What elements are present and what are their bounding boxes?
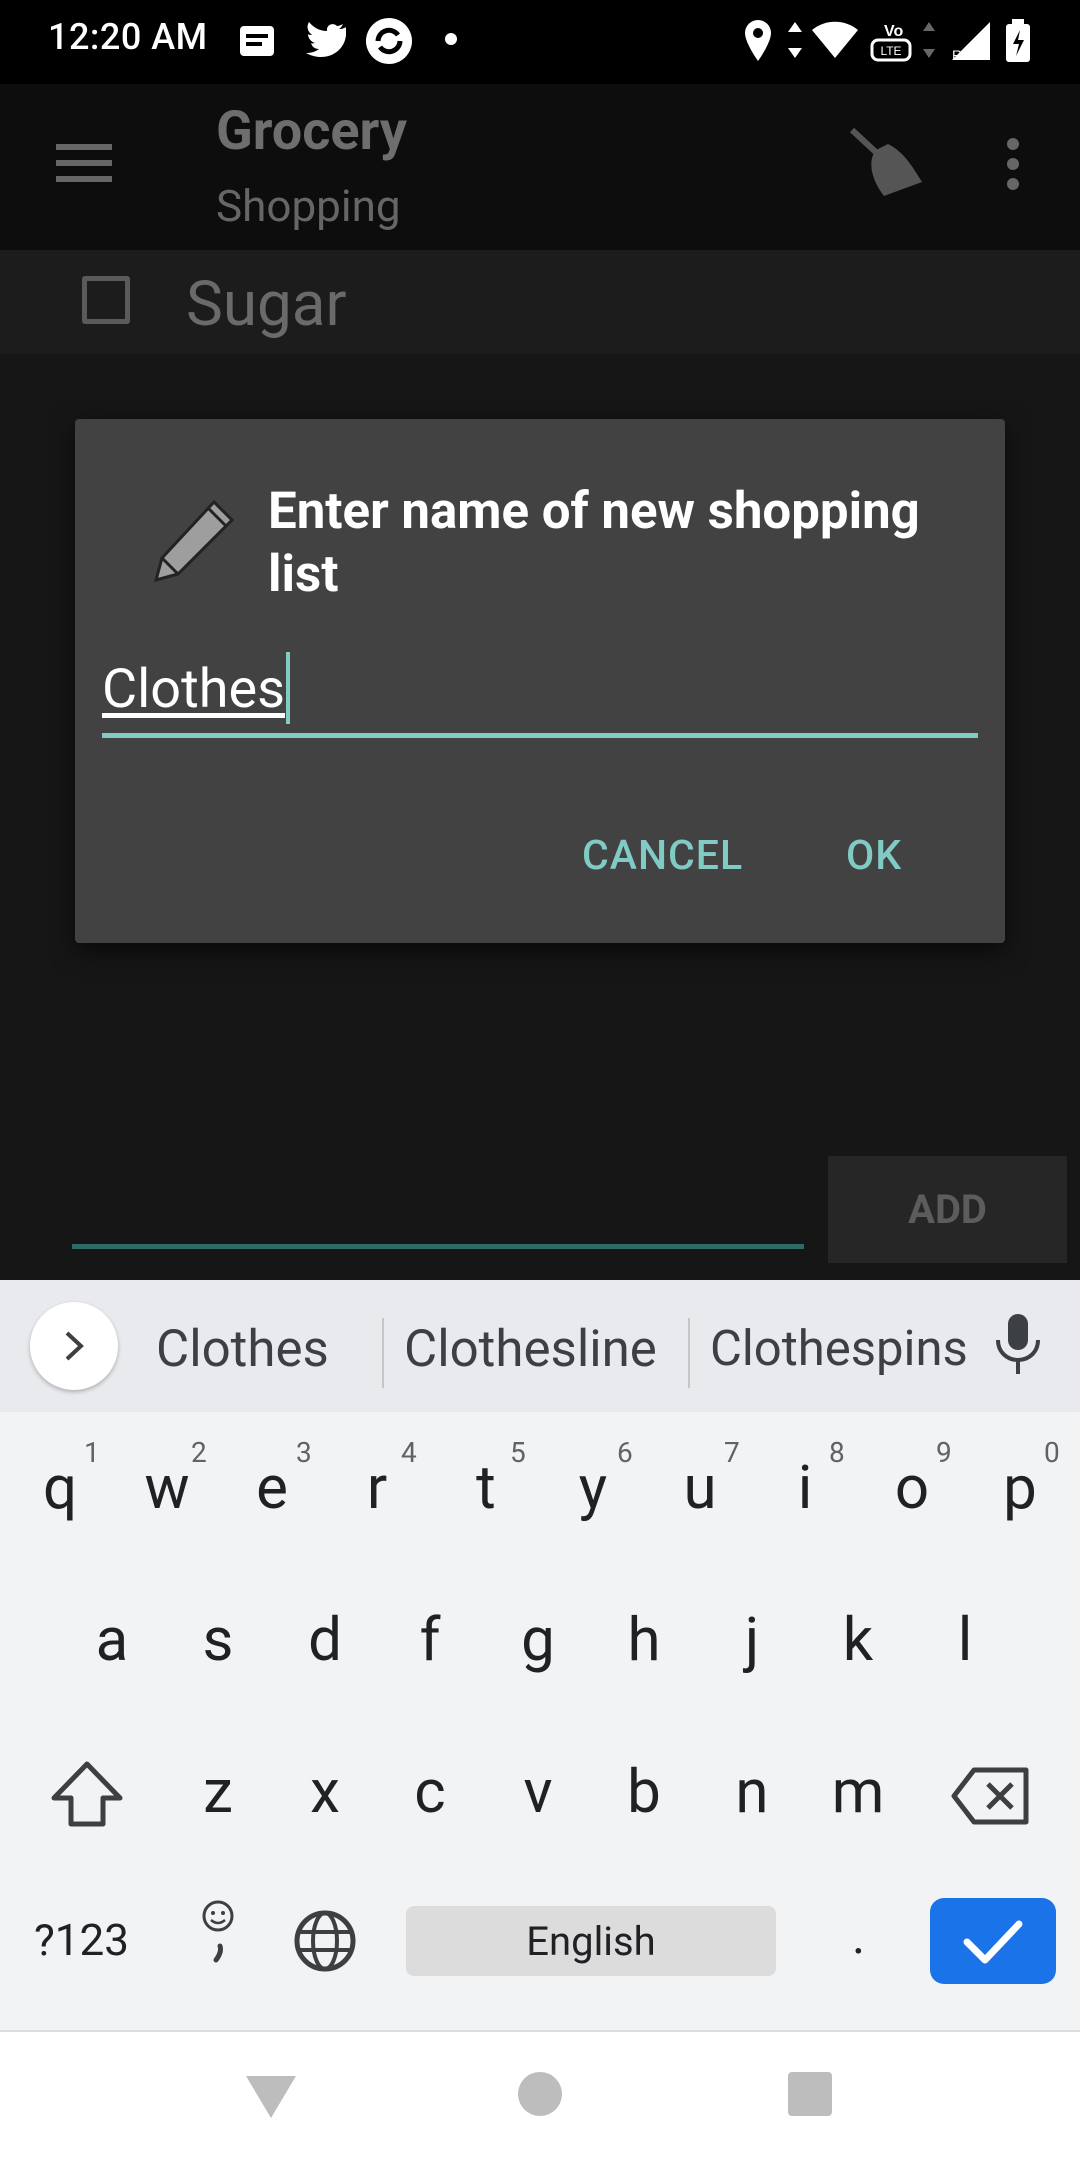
dialog-title: Enter name of new shopping list xyxy=(268,482,920,604)
key-hint-5: 5 xyxy=(510,1436,526,1469)
cell-signal-icon: R xyxy=(952,22,990,62)
key-d[interactable]: d xyxy=(280,1604,370,1675)
volte-icon: LTE Vo xyxy=(870,23,912,62)
notification-dot-icon xyxy=(445,33,457,45)
key-hint-0: 0 xyxy=(1044,1436,1060,1469)
text-cursor xyxy=(286,652,290,724)
key-hint-1: 1 xyxy=(84,1436,100,1469)
chevron-right-icon xyxy=(65,1331,84,1361)
enter-key[interactable] xyxy=(930,1898,1056,1984)
cancel-button[interactable]: CANCEL xyxy=(582,832,743,880)
symbols-key[interactable]: ?123 xyxy=(34,1914,129,1966)
data-arrows-icon xyxy=(788,22,802,58)
battery-icon xyxy=(1006,19,1030,62)
svg-text:Vo: Vo xyxy=(884,23,903,40)
svg-text:R: R xyxy=(952,47,962,62)
key-hint-4: 4 xyxy=(401,1436,417,1469)
key-hint-9: 9 xyxy=(936,1436,952,1469)
twitter-icon xyxy=(306,22,346,57)
key-l[interactable]: l xyxy=(920,1604,1010,1675)
key-v[interactable]: v xyxy=(493,1756,583,1827)
status-clock: 12:20 AM xyxy=(48,16,208,58)
recents-icon[interactable] xyxy=(786,2070,834,2118)
emoji-comma-key-icon[interactable] xyxy=(196,1898,240,1970)
home-icon[interactable] xyxy=(516,2070,564,2118)
key-k[interactable]: k xyxy=(813,1604,903,1675)
key-s[interactable]: s xyxy=(173,1604,263,1675)
list-name-input-value: Clothes xyxy=(102,658,285,721)
toolbar-title: Grocery xyxy=(216,100,407,163)
shift-icon[interactable] xyxy=(50,1760,124,1830)
key-hint-2: 2 xyxy=(191,1436,207,1469)
overflow-menu-icon[interactable] xyxy=(1000,136,1026,192)
item-checkbox[interactable] xyxy=(82,276,130,324)
suggestion-divider xyxy=(382,1318,384,1388)
key-g[interactable]: g xyxy=(493,1604,583,1675)
wifi-icon xyxy=(812,21,858,58)
globe-icon[interactable] xyxy=(292,1908,358,1974)
key-x[interactable]: x xyxy=(280,1756,370,1827)
backspace-icon[interactable] xyxy=(950,1766,1030,1826)
key-a[interactable]: a xyxy=(67,1604,157,1675)
toolbar-subtitle: Shopping xyxy=(216,180,401,232)
back-icon[interactable] xyxy=(244,2072,298,2120)
key-f[interactable]: f xyxy=(385,1604,475,1675)
key-b[interactable]: b xyxy=(599,1756,689,1827)
key-hint-6: 6 xyxy=(617,1436,633,1469)
add-item-input[interactable] xyxy=(72,1244,804,1249)
key-j[interactable]: j xyxy=(707,1604,797,1675)
key-m[interactable]: m xyxy=(813,1756,903,1827)
list-item-label: Sugar xyxy=(186,268,347,341)
suggestion-3[interactable]: Clothespins xyxy=(710,1320,968,1377)
sync-app-icon xyxy=(366,18,412,64)
menu-icon[interactable] xyxy=(54,140,114,186)
key-hint-8: 8 xyxy=(829,1436,845,1469)
space-key[interactable]: English xyxy=(406,1906,776,1976)
signal-arrows-icon xyxy=(923,22,935,58)
suggestion-2[interactable]: Clothesline xyxy=(404,1320,657,1379)
key-z[interactable]: z xyxy=(173,1756,263,1827)
period-key[interactable]: . xyxy=(852,1908,865,1966)
key-h[interactable]: h xyxy=(599,1604,689,1675)
pencil-icon xyxy=(153,499,235,582)
location-icon xyxy=(745,20,771,61)
svg-text:LTE: LTE xyxy=(880,44,901,58)
key-hint-3: 3 xyxy=(296,1436,312,1469)
messages-icon xyxy=(240,26,274,56)
key-c[interactable]: c xyxy=(385,1756,475,1827)
key-hint-7: 7 xyxy=(724,1436,740,1469)
broom-icon[interactable] xyxy=(846,126,926,204)
ok-button[interactable]: OK xyxy=(846,832,902,880)
add-button[interactable]: ADD xyxy=(828,1156,1067,1263)
suggestion-1[interactable]: Clothes xyxy=(156,1320,329,1379)
list-item[interactable] xyxy=(0,250,1080,356)
suggestion-divider xyxy=(688,1318,690,1388)
microphone-icon[interactable] xyxy=(990,1312,1046,1376)
expand-toolbar-button[interactable] xyxy=(30,1302,118,1390)
key-n[interactable]: n xyxy=(707,1756,797,1827)
checkmark-icon xyxy=(963,1920,1023,1964)
